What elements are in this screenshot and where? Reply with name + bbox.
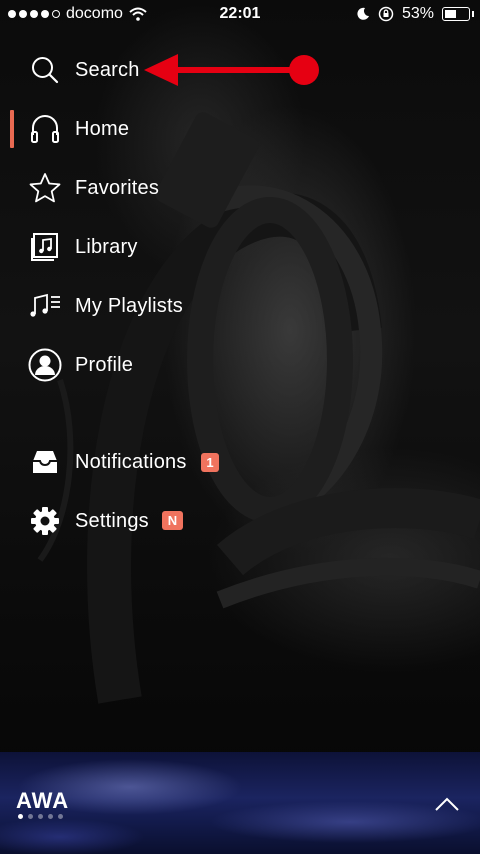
menu-item-label: My Playlists	[75, 294, 183, 317]
menu-item-label: Home	[75, 117, 130, 140]
app-logo: AWA	[16, 788, 70, 813]
rotation-lock-icon	[378, 6, 394, 22]
mini-player-bar[interactable]: AWA	[0, 752, 480, 854]
playlist-icon	[28, 289, 62, 323]
menu-item-label: Library	[75, 235, 138, 258]
menu-item-label: Favorites	[75, 176, 160, 199]
menu-item-label: Notifications	[75, 450, 187, 473]
annotation-arrow	[144, 54, 319, 86]
menu-screen: docomo 22:01 53% Search Home Favorites L…	[0, 0, 480, 854]
battery-level	[445, 10, 456, 18]
gear-icon	[28, 504, 62, 538]
menu-item-favorites[interactable]: Favorites	[0, 163, 480, 213]
moon-icon	[357, 7, 369, 20]
menu-item-label: Settings	[75, 509, 149, 532]
pager-dot	[48, 814, 53, 819]
menu-item-library[interactable]: Library	[0, 222, 480, 272]
chevron-up-icon[interactable]	[434, 796, 460, 812]
search-icon	[28, 53, 62, 87]
star-icon	[28, 171, 62, 205]
library-icon	[28, 230, 62, 264]
headphones-icon	[28, 112, 62, 146]
pager-dot	[28, 814, 33, 819]
menu-item-home[interactable]: Home	[0, 104, 480, 154]
pager-dot	[58, 814, 63, 819]
profile-icon	[28, 348, 62, 382]
new-badge: N	[162, 511, 183, 530]
inbox-icon	[28, 445, 62, 479]
status-bar: docomo 22:01 53%	[0, 0, 480, 30]
menu-item-my-playlists[interactable]: My Playlists	[0, 281, 480, 331]
battery-icon	[442, 7, 474, 21]
notification-count-badge: 1	[201, 453, 219, 472]
menu-item-profile[interactable]: Profile	[0, 340, 480, 390]
menu-item-label: Profile	[75, 353, 134, 376]
menu-item-notifications[interactable]: Notifications 1	[0, 437, 480, 487]
battery-percent: 53%	[401, 5, 434, 22]
menu-item-label: Search	[75, 58, 140, 81]
pager-dot	[18, 814, 23, 819]
pager-dot	[38, 814, 43, 819]
menu-item-settings[interactable]: Settings N	[0, 496, 480, 546]
status-right: 53%	[356, 5, 474, 23]
page-indicator	[18, 814, 63, 819]
